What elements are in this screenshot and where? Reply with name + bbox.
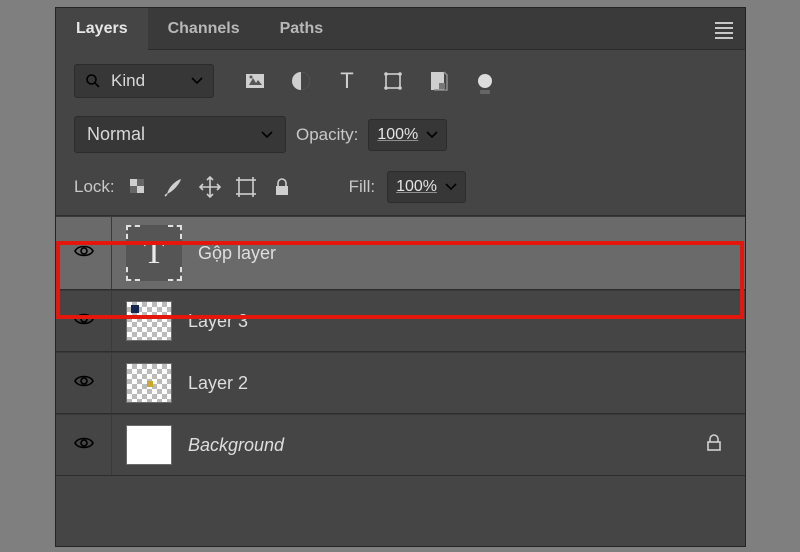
panel-tab-bar: Layers Channels Paths <box>56 8 745 50</box>
chevron-down-icon <box>445 183 457 191</box>
chevron-down-icon <box>426 131 438 139</box>
kind-filter-dropdown[interactable]: Kind <box>74 64 214 98</box>
fill-dropdown[interactable]: 100% <box>387 171 466 203</box>
filter-toggle-switch[interactable] <box>474 70 496 92</box>
layer-item[interactable]: Layer 2 <box>56 352 745 414</box>
lock-row: Lock: Fill: 100% <box>56 161 745 216</box>
layer-name[interactable]: Gộp layer <box>198 243 276 264</box>
type-layer-filter-icon[interactable]: T <box>336 70 358 92</box>
lock-label: Lock: <box>74 177 115 197</box>
tab-paths[interactable]: Paths <box>260 8 344 50</box>
eye-icon <box>74 374 94 393</box>
layer-name[interactable]: Background <box>188 435 284 456</box>
lock-artboard-icon[interactable] <box>235 176 257 198</box>
opacity-value: 100% <box>377 126 418 144</box>
layer-filter-row: Kind T <box>56 50 745 108</box>
layer-item[interactable]: Layer 3 <box>56 290 745 352</box>
type-icon: T <box>144 234 165 272</box>
tab-channels[interactable]: Channels <box>148 8 260 50</box>
opacity-dropdown[interactable]: 100% <box>368 119 447 151</box>
search-icon <box>85 73 101 89</box>
lock-icon[interactable] <box>705 434 723 457</box>
layer-name[interactable]: Layer 3 <box>188 311 248 332</box>
layer-thumbnail-type: T <box>126 225 182 281</box>
eye-icon <box>74 244 94 263</box>
kind-label: Kind <box>111 71 181 91</box>
chevron-down-icon <box>191 77 203 85</box>
eye-icon <box>74 436 94 455</box>
chevron-down-icon <box>261 131 273 139</box>
visibility-toggle[interactable] <box>56 415 112 475</box>
layer-thumbnail[interactable] <box>126 301 172 341</box>
layer-thumbnail[interactable] <box>126 425 172 465</box>
fill-label: Fill: <box>349 177 375 197</box>
blend-mode-value: Normal <box>87 124 249 145</box>
shape-layer-filter-icon[interactable] <box>382 70 404 92</box>
svg-text:T: T <box>340 70 353 92</box>
visibility-toggle[interactable] <box>56 353 112 413</box>
pixel-layer-filter-icon[interactable] <box>244 70 266 92</box>
adjustment-layer-filter-icon[interactable] <box>290 70 312 92</box>
blend-mode-dropdown[interactable]: Normal <box>74 116 286 153</box>
lock-position-icon[interactable] <box>199 176 221 198</box>
layer-item-background[interactable]: Background <box>56 414 745 476</box>
lock-pixels-icon[interactable] <box>163 176 185 198</box>
layer-item-selected[interactable]: T Gộp layer <box>56 216 745 290</box>
layer-thumbnail[interactable] <box>126 363 172 403</box>
lock-transparency-icon[interactable] <box>127 176 149 198</box>
eye-icon <box>74 312 94 331</box>
lock-all-icon[interactable] <box>271 176 293 198</box>
fill-value: 100% <box>396 178 437 196</box>
smart-object-filter-icon[interactable] <box>428 70 450 92</box>
filter-type-icons: T <box>244 70 496 92</box>
visibility-toggle[interactable] <box>56 291 112 351</box>
layer-list: T Gộp layer Layer 3 Layer 2 Background <box>56 216 745 476</box>
layers-panel: Layers Channels Paths Kind T <box>55 7 746 547</box>
blend-mode-row: Normal Opacity: 100% <box>56 108 745 161</box>
panel-menu-icon[interactable] <box>715 22 733 39</box>
opacity-label: Opacity: <box>296 125 358 145</box>
tab-layers[interactable]: Layers <box>56 8 148 50</box>
visibility-toggle[interactable] <box>56 217 112 289</box>
layer-name[interactable]: Layer 2 <box>188 373 248 394</box>
